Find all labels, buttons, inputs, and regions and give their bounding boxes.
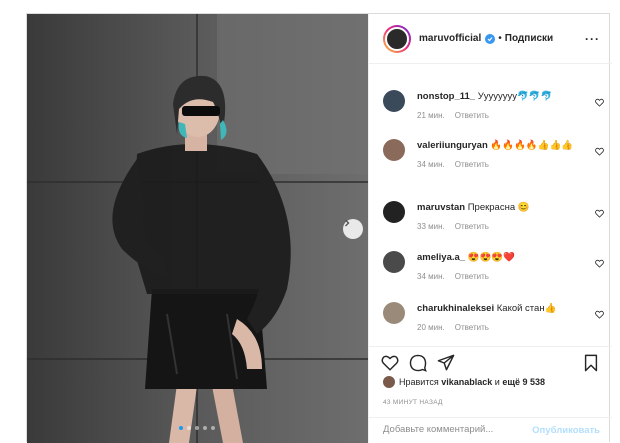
comment-text: Уууууууу🐬🐬🐬 [477, 91, 553, 102]
verified-badge-icon [485, 33, 496, 44]
comment-username[interactable]: ameliya.a_ [417, 252, 465, 263]
likes-summary: Нравится vikanablack и ещё 9 538 [383, 376, 545, 388]
carousel-dot [195, 426, 199, 430]
liker-username[interactable]: vikanablack [441, 377, 492, 387]
carousel-dot [179, 426, 183, 430]
comment-bubble-icon[interactable] [409, 354, 427, 377]
comment-username[interactable]: charukhinaleksei [417, 303, 494, 314]
comment-avatar[interactable] [383, 139, 405, 161]
comments-list: nonstop_11_ Уууууууу🐬🐬🐬 21 мин. Ответить … [369, 64, 612, 346]
carousel-dot [211, 426, 215, 430]
post-container: maruvofficial • Подписки ··· nonstop_11_… [26, 13, 612, 443]
like-comment-icon[interactable] [595, 205, 604, 223]
carousel-dot [203, 426, 207, 430]
comment-text: 🔥🔥🔥🔥👍👍👍 [490, 140, 574, 151]
post-actions-bar [369, 346, 612, 378]
comment-username[interactable]: maruvstan [417, 202, 465, 213]
comment-avatar[interactable] [383, 201, 405, 223]
comment-time: 33 мин. [417, 222, 445, 231]
comment-avatar[interactable] [383, 302, 405, 324]
reply-button[interactable]: Ответить [455, 160, 489, 169]
carousel-indicator [179, 426, 215, 430]
likes-middle: и [494, 377, 500, 387]
author-avatar[interactable] [383, 24, 411, 53]
comment-time: 34 мин. [417, 160, 445, 169]
comment-text: Прекрасна 😊 [467, 202, 530, 213]
comment-avatar[interactable] [383, 251, 405, 273]
post-photo[interactable] [27, 14, 368, 443]
post-header: maruvofficial • Подписки ··· [369, 14, 612, 64]
comment-input[interactable] [383, 424, 533, 435]
carousel-dot [187, 426, 191, 430]
like-comment-icon[interactable] [595, 255, 604, 273]
likes-prefix: Нравится [399, 377, 439, 387]
carousel-next-button[interactable] [343, 219, 363, 239]
reply-button[interactable]: Ответить [455, 323, 489, 332]
comment-time: 21 мин. [417, 111, 445, 120]
publish-button[interactable]: Опубликовать [532, 425, 600, 436]
reply-button[interactable]: Ответить [455, 222, 489, 231]
post-side-panel: maruvofficial • Подписки ··· nonstop_11_… [368, 14, 612, 443]
comment-text: 😍😍😍❤️ [467, 252, 516, 263]
like-comment-icon[interactable] [595, 143, 604, 161]
comment-username[interactable]: nonstop_11_ [417, 91, 475, 102]
comment-time: 20 мин. [417, 323, 445, 332]
save-bookmark-icon[interactable] [583, 354, 599, 377]
comment-avatar[interactable] [383, 90, 405, 112]
following-button[interactable]: Подписки [505, 33, 553, 44]
post-timestamp[interactable]: 43 МИНУТ НАЗАД [383, 399, 443, 406]
comment-text: Какой стан👍 [496, 303, 557, 314]
add-comment-bar: Опубликовать [369, 417, 612, 443]
liker-avatar[interactable] [383, 376, 395, 388]
like-comment-icon[interactable] [595, 306, 604, 324]
author-username[interactable]: maruvofficial [419, 33, 481, 44]
more-options-icon[interactable]: ··· [585, 32, 600, 46]
header-separator: • [498, 33, 502, 44]
reply-button[interactable]: Ответить [455, 111, 489, 120]
comment-time: 34 мин. [417, 272, 445, 281]
reply-button[interactable]: Ответить [455, 272, 489, 281]
photo-illustration [27, 14, 368, 443]
like-comment-icon[interactable] [595, 94, 604, 112]
instagram-post-window: maruvofficial • Подписки ··· nonstop_11_… [0, 0, 620, 443]
comment-username[interactable]: valeriiunguryan [417, 140, 488, 151]
share-send-icon[interactable] [437, 354, 455, 377]
like-heart-icon[interactable] [381, 354, 399, 377]
likes-count[interactable]: ещё 9 538 [502, 377, 545, 387]
